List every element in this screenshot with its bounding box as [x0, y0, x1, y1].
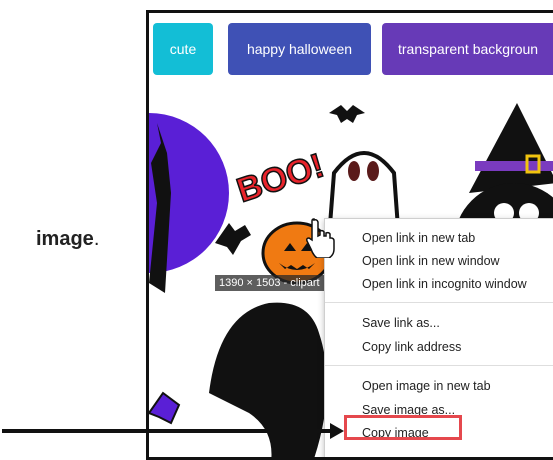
menu-separator — [325, 302, 553, 303]
menu-copy-link-address[interactable]: Copy link address — [325, 336, 553, 358]
chip-transparent-label: transparent backgroun — [398, 41, 539, 57]
menu-separator — [325, 365, 553, 366]
ghost-eye-right — [367, 161, 379, 181]
instruction-text: image. — [36, 228, 99, 251]
copy-image-highlight — [344, 415, 462, 440]
bat-top-shape — [329, 105, 365, 123]
ghost-eye-left — [348, 161, 360, 181]
menu-open-link-new-window[interactable]: Open link in new window — [325, 250, 553, 272]
context-menu: Open link in new tab Open link in new wi… — [324, 218, 553, 457]
browser-screenshot-frame: cute happy halloween transparent backgro… — [146, 10, 553, 460]
image-size-tooltip: 1390 × 1503 - clipart — [215, 275, 331, 291]
menu-open-link-incognito[interactable]: Open link in incognito window — [325, 273, 553, 295]
black-cat-shape — [209, 302, 327, 457]
instruction-word: image — [36, 228, 94, 250]
chip-happy-halloween[interactable]: happy halloween — [228, 23, 371, 75]
boo-text: BOO! — [232, 146, 328, 210]
menu-open-link-new-tab[interactable]: Open link in new tab — [325, 227, 553, 249]
hand-cursor-icon — [306, 218, 335, 258]
witch-hat-shape — [469, 103, 553, 193]
chip-happy-halloween-label: happy halloween — [246, 41, 353, 57]
chip-transparent-background[interactable]: transparent backgroun — [382, 23, 553, 75]
menu-save-link-as[interactable]: Save link as... — [325, 312, 553, 334]
instruction-punct: . — [93, 228, 100, 250]
chip-cute[interactable]: cute — [153, 23, 213, 75]
chip-cute-label: cute — [169, 41, 197, 57]
menu-open-image-new-tab[interactable]: Open image in new tab — [325, 375, 553, 397]
bat-bottom-shape — [149, 391, 181, 425]
